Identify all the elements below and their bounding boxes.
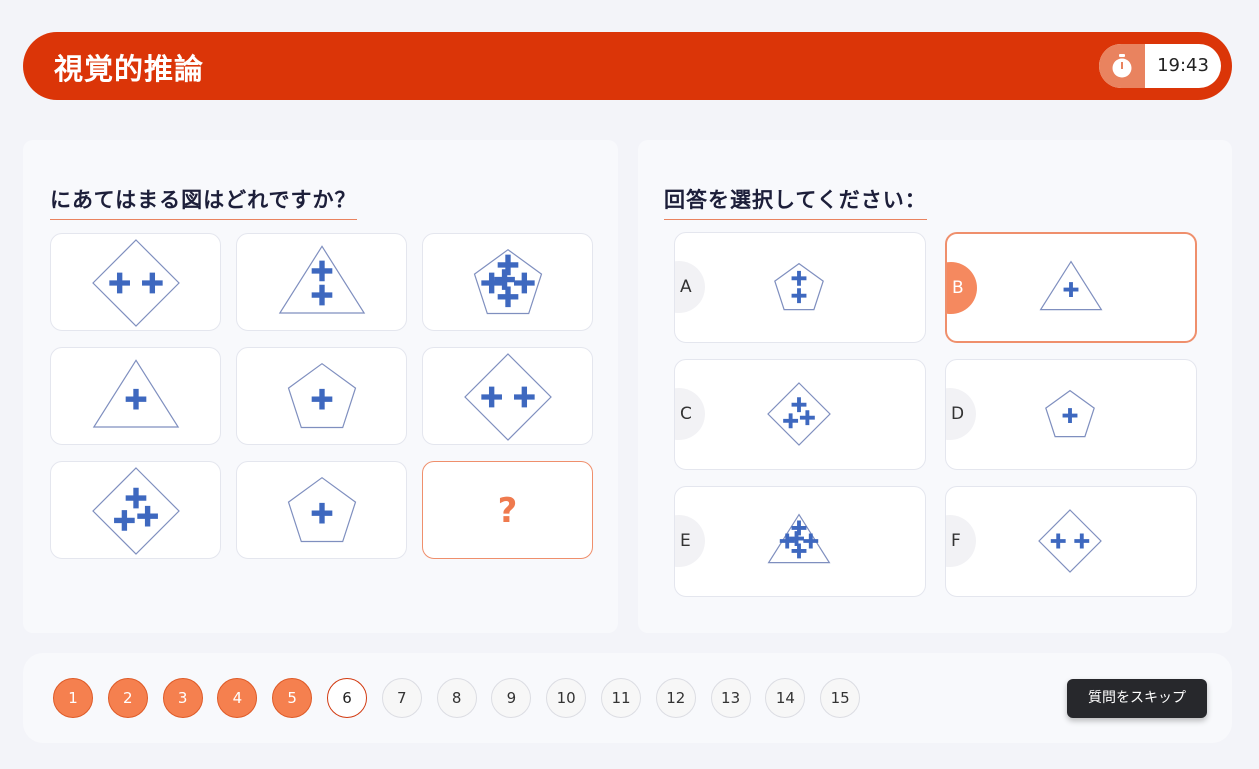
answer-option-f[interactable]: F (945, 486, 1197, 597)
question-panel: にあてはまる図はどれですか？ ? (23, 140, 618, 633)
diamond-figure (92, 467, 180, 555)
page-button-2[interactable]: 2 (107, 678, 148, 718)
answer-option-d[interactable]: D (945, 359, 1197, 470)
puzzle-cell (422, 233, 593, 331)
page-title: 視覚的推論 (54, 52, 205, 86)
page-button-4[interactable]: 4 (217, 678, 258, 718)
answer-option-e[interactable]: E (674, 486, 926, 597)
puzzle-cell (236, 233, 407, 331)
answer-option-b[interactable]: B (945, 232, 1197, 343)
triangle-figure (278, 245, 366, 314)
puzzle-cell (422, 347, 593, 445)
missing-cell: ? (422, 461, 593, 559)
puzzle-cell (50, 233, 221, 331)
page-button-15[interactable]: 15 (820, 678, 861, 718)
timer-value: 19:43 (1157, 55, 1209, 76)
page-button-1[interactable]: 1 (53, 678, 93, 718)
diamond-figure (92, 239, 180, 327)
answer-option-a[interactable]: A (674, 232, 926, 343)
pentagon-figure (287, 362, 357, 429)
page-button-5[interactable]: 5 (272, 678, 313, 718)
page-button-3[interactable]: 3 (162, 678, 203, 718)
page-button-9[interactable]: 9 (491, 678, 532, 718)
diamond-figure (1038, 509, 1102, 573)
timer: 19:43 (1099, 44, 1221, 88)
skip-question-button[interactable]: 質問をスキップ (1067, 679, 1207, 718)
diamond-figure (464, 353, 552, 441)
pentagon-figure (1045, 389, 1095, 438)
page-button-8[interactable]: 8 (436, 678, 477, 718)
triangle-figure (1039, 260, 1103, 311)
answer-heading: 回答を選択してください： (664, 184, 927, 220)
puzzle-cell (236, 461, 407, 559)
page-button-6[interactable]: 6 (327, 678, 367, 718)
stopwatch-icon (1099, 44, 1145, 88)
triangle-figure (767, 513, 831, 564)
page-button-14[interactable]: 14 (765, 678, 806, 718)
header-bar: 視覚的推論 19:43 (23, 32, 1232, 100)
page-button-7[interactable]: 7 (381, 678, 422, 718)
pentagon-figure (287, 476, 357, 543)
question-heading: にあてはまる図はどれですか？ (50, 184, 357, 220)
pentagon-figure (473, 248, 543, 315)
answer-panel: 回答を選択してください： A B C D E F (638, 140, 1232, 633)
page-button-13[interactable]: 13 (710, 678, 751, 718)
puzzle-cell (236, 347, 407, 445)
pentagon-figure (774, 262, 824, 311)
answer-option-c[interactable]: C (674, 359, 926, 470)
page-button-11[interactable]: 11 (601, 678, 641, 718)
puzzle-cell (50, 461, 221, 559)
page-button-12[interactable]: 12 (655, 678, 696, 718)
footer-bar: 1 2 3 4 5 6 7 8 9 10 11 12 13 14 15 質問をスキップ (23, 653, 1232, 743)
triangle-figure (92, 359, 180, 428)
question-mark-icon: ? (497, 491, 518, 531)
puzzle-cell (50, 347, 221, 445)
diamond-figure (767, 382, 831, 446)
page-button-10[interactable]: 10 (546, 678, 587, 718)
